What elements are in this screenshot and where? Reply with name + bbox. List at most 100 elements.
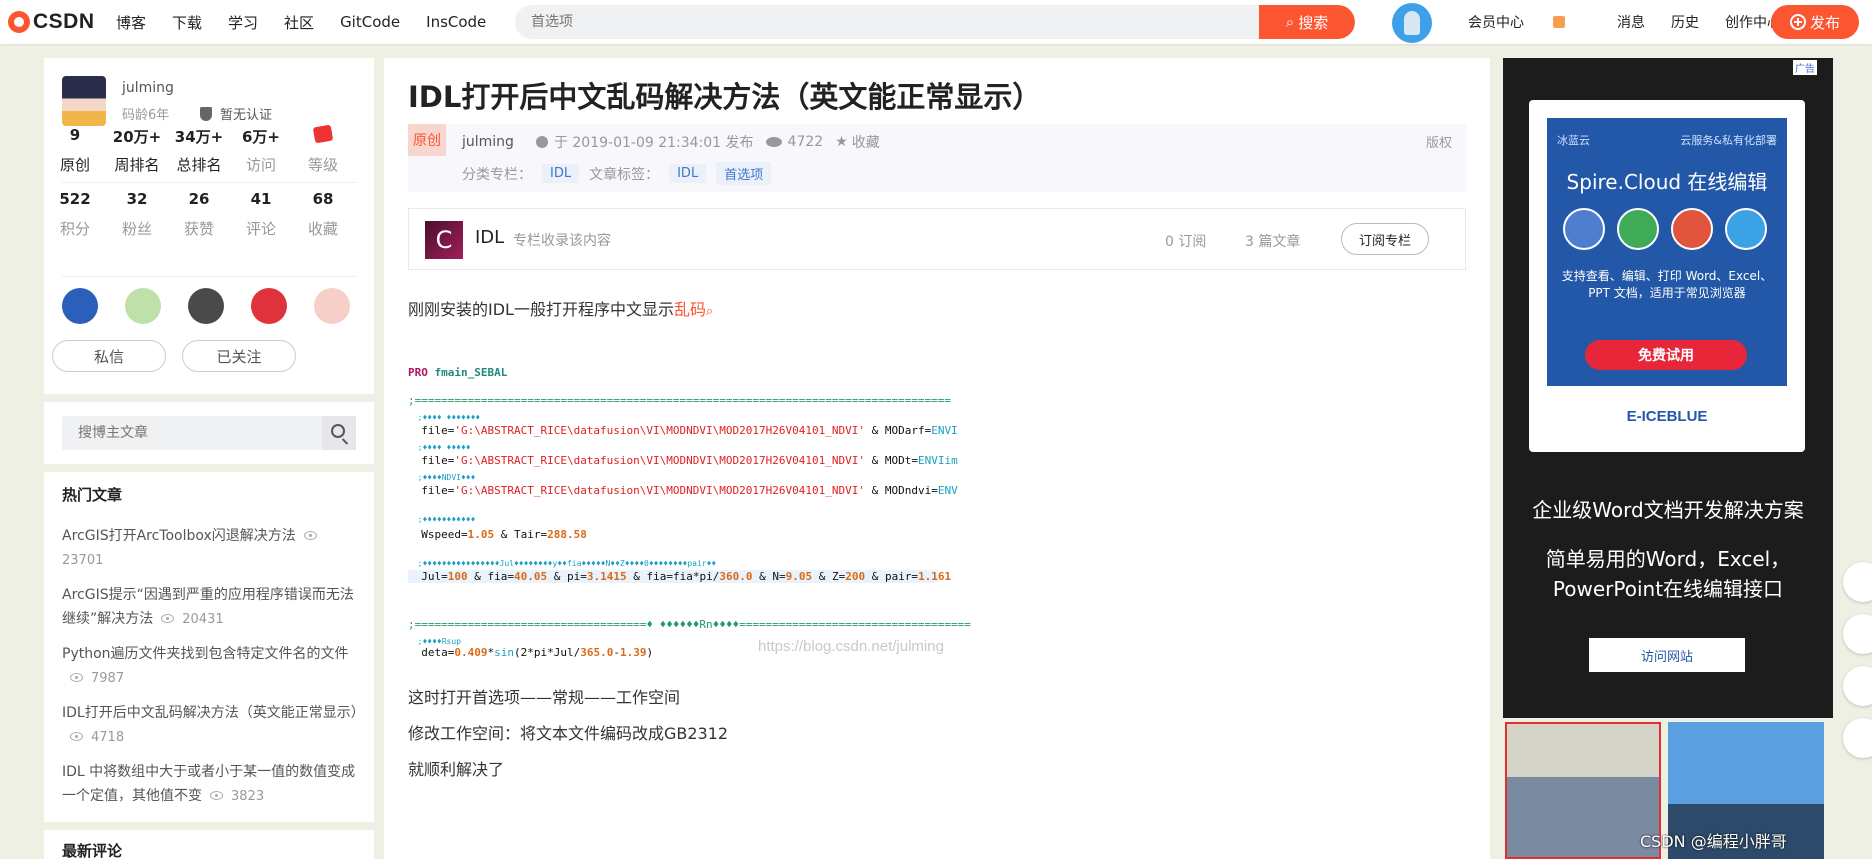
- stat-points[interactable]: 522 积分: [44, 190, 106, 239]
- author-avatar[interactable]: [62, 76, 106, 126]
- hot-list: ArcGIS打开ArcToolbox闪退解决方法 23701 ArcGIS提示“因…: [62, 524, 365, 819]
- stat-original[interactable]: 9 原创: [44, 126, 106, 175]
- stat-value: 6万+: [241, 128, 280, 146]
- meta-author[interactable]: julming: [462, 134, 514, 150]
- hot-article-title: IDL 中将数组中大于或者小于某一值的数值变成一个定值，其他值不变: [62, 764, 356, 804]
- stats-row-1: 9 原创 20万+ 周排名 34万+ 总排名 6万+ 访问 等级: [44, 124, 374, 175]
- column-name[interactable]: IDL: [475, 227, 504, 248]
- hot-articles-title: 热门文章: [62, 486, 123, 504]
- stat-value: 41: [250, 190, 272, 208]
- headset-icon[interactable]: [1843, 718, 1872, 758]
- watermark: https://blog.csdn.net/julming: [758, 638, 944, 655]
- latest-comments: 最新评论: [44, 830, 374, 859]
- stat-total-rank[interactable]: 34万+ 总排名: [168, 126, 230, 175]
- top-search: ⌕ 搜索: [515, 5, 1355, 39]
- hot-article-item[interactable]: ArcGIS打开ArcToolbox闪退解决方法 23701: [62, 524, 358, 573]
- stat-likes[interactable]: 26 获赞: [168, 190, 230, 239]
- hot-article-item[interactable]: IDL打开后中文乱码解决方法（英文能正常显示） 4718: [62, 701, 365, 750]
- ppt-icon: [1671, 208, 1713, 250]
- code-line: PRO fmain_SEBAL: [408, 366, 508, 379]
- code-line: ;=======================================…: [408, 394, 952, 407]
- meta-line: julming 于 2019-01-09 21:34:01 发布 4722 ★ …: [462, 132, 880, 152]
- paragraph-3: 修改工作空间：将文本文件编码改成GB2312: [408, 724, 729, 743]
- follow-button[interactable]: 已关注: [182, 340, 296, 372]
- article-tag[interactable]: 首选项: [716, 162, 772, 185]
- recommend-thumbnail-classroom[interactable]: [1505, 722, 1661, 859]
- cert-status: 暂无认证: [200, 104, 272, 123]
- ad-card: 冰蓝云 云服务&私有化部署 Spire.Cloud 在线编辑 支持查看、编辑、打…: [1529, 100, 1805, 452]
- logo-icon: [8, 11, 30, 33]
- side-toolbar: [1843, 562, 1872, 770]
- blog-search-input[interactable]: [62, 416, 312, 450]
- stat-comments[interactable]: 41 评论: [230, 190, 292, 239]
- stat-fans[interactable]: 32 粉丝: [106, 190, 168, 239]
- copyright-link[interactable]: 版权: [1426, 132, 1452, 151]
- paragraph-1-text: 刚刚安装的IDL一般打开程序中文显示: [408, 300, 674, 319]
- star-icon: ★: [835, 134, 848, 150]
- user-avatar[interactable]: [1392, 3, 1432, 43]
- search-button[interactable]: ⌕ 搜索: [1259, 5, 1355, 39]
- article-tag[interactable]: IDL: [669, 164, 707, 183]
- article-title: IDL打开后中文乱码解决方法（英文能正常显示）: [408, 80, 1042, 114]
- nav-link-learn[interactable]: 学习: [228, 12, 258, 33]
- shield-icon: [200, 106, 212, 121]
- vip-center-link[interactable]: 会员中心: [1468, 12, 1591, 32]
- search-icon: ⌕: [1285, 13, 1295, 31]
- hot-article-title: IDL打开后中文乱码解决方法（英文能正常显示）: [62, 705, 365, 721]
- ad-banner[interactable]: 广告 冰蓝云 云服务&私有化部署 Spire.Cloud 在线编辑 支持查看、编…: [1503, 58, 1833, 718]
- code-line: ;♦♦♦♦ ♦♦♦♦♦: [408, 443, 471, 452]
- code-line: file='G:\ABSTRACT_RICE\datafusion\VI\MOD…: [408, 454, 958, 467]
- hot-article-views: 23701: [62, 553, 104, 568]
- logo-text: CSDN: [33, 10, 95, 33]
- csdn-logo[interactable]: CSDN: [8, 10, 95, 34]
- search-button-label: 搜索: [1298, 13, 1329, 32]
- stat-favorites[interactable]: 68 收藏: [292, 190, 354, 239]
- message-button[interactable]: 私信: [52, 340, 166, 372]
- favorite-link[interactable]: 收藏: [852, 132, 880, 152]
- stat-value: 68: [312, 190, 334, 208]
- hot-article-item[interactable]: IDL 中将数组中大于或者小于某一值的数值变成一个定值，其他值不变 3823: [62, 760, 358, 809]
- messages-link[interactable]: 消息: [1617, 12, 1645, 32]
- search-input[interactable]: [515, 5, 1259, 39]
- blog-search-panel: [44, 402, 374, 464]
- nav-link-inscode[interactable]: InsCode: [426, 13, 486, 31]
- stat-value: 34万+: [174, 128, 224, 146]
- divider: [62, 276, 356, 277]
- stat-label: 等级: [307, 156, 338, 174]
- search-icon: ⌕: [705, 304, 714, 319]
- nav-link-download[interactable]: 下载: [172, 12, 202, 33]
- search-icon: [331, 424, 345, 438]
- blog-search-button[interactable]: [322, 416, 356, 450]
- garbled-link[interactable]: 乱码: [674, 300, 706, 319]
- column-desc: 专栏收录该内容: [513, 233, 611, 249]
- code-line: Wspeed=1.05 & Tair=288.58: [408, 528, 587, 541]
- blog-badge-icon[interactable]: [188, 288, 224, 324]
- stat-week-rank[interactable]: 20万+ 周排名: [106, 126, 168, 175]
- stat-visits[interactable]: 6万+ 访问: [230, 126, 292, 175]
- eye-icon: [210, 791, 223, 800]
- shortcut-icon[interactable]: [1843, 562, 1872, 602]
- nav-link-gitcode[interactable]: GitCode: [340, 13, 400, 31]
- gift-icon: [1553, 16, 1565, 28]
- mascot-badge-icon[interactable]: [314, 288, 350, 324]
- nav-link-community[interactable]: 社区: [284, 12, 314, 33]
- category-tag[interactable]: IDL: [542, 164, 580, 183]
- hot-article-item[interactable]: ArcGIS提示“因遇到严重的应用程序错误而无法继续”解决方法 20431: [62, 583, 358, 632]
- ad-try-button[interactable]: 免费试用: [1585, 340, 1747, 370]
- subscribe-column-button[interactable]: 订阅专栏: [1341, 223, 1429, 255]
- vip-center-label: 会员中心: [1468, 15, 1524, 31]
- stat-level[interactable]: 等级: [292, 124, 354, 175]
- ad-visit-button[interactable]: 访问网站: [1589, 638, 1745, 672]
- nav-link-blog[interactable]: 博客: [116, 12, 146, 33]
- author-name[interactable]: julming: [122, 80, 174, 96]
- paragraph-2: 这时打开首选项——常规——工作空间: [408, 688, 681, 707]
- pen-badge-icon[interactable]: [251, 288, 287, 324]
- three-year-badge-icon[interactable]: [125, 288, 161, 324]
- clipboard-icon[interactable]: [1843, 614, 1872, 654]
- publish-button[interactable]: 发布: [1771, 5, 1859, 39]
- history-link[interactable]: 历史: [1671, 12, 1699, 32]
- edit-icon[interactable]: [1843, 666, 1872, 706]
- rocket-badge-icon[interactable]: [62, 288, 98, 324]
- right-links: 会员中心 消息 历史 创作中心: [1468, 0, 1807, 44]
- hot-article-item[interactable]: Python遍历文件夹找到包含特定文件名的文件 7987: [62, 642, 358, 691]
